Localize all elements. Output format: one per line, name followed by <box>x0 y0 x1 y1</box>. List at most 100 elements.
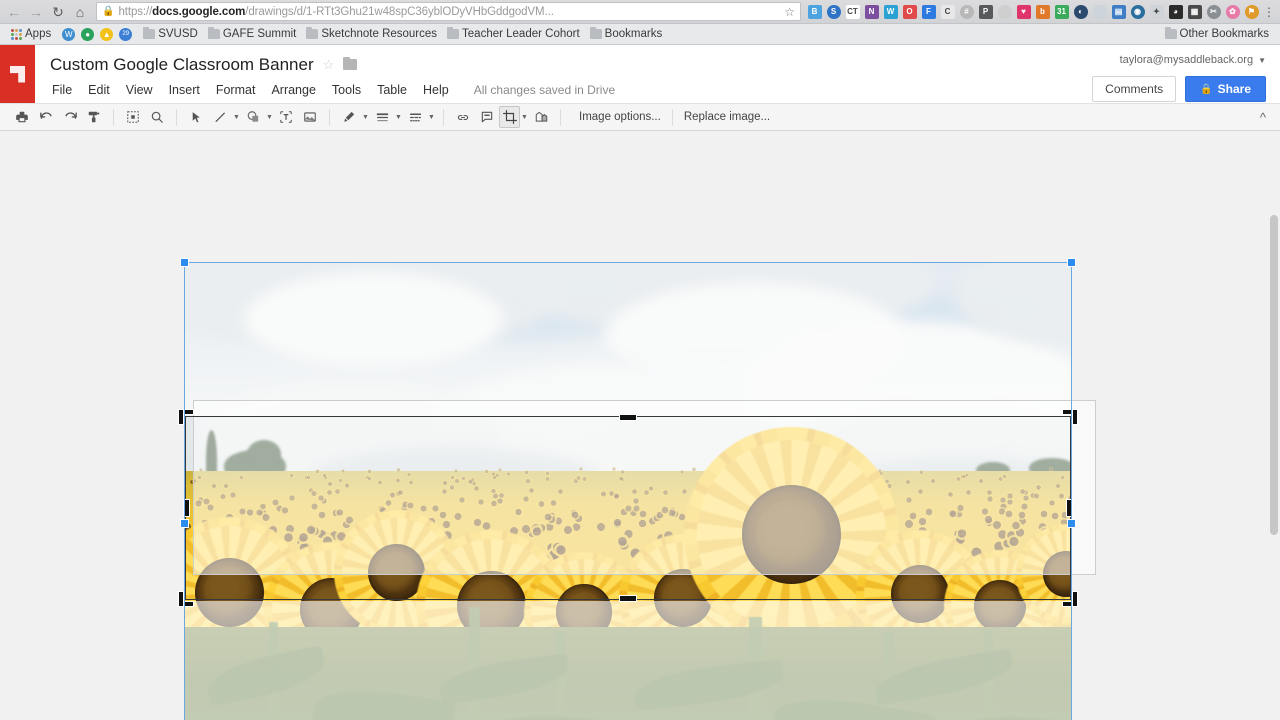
ext-screencastify[interactable]: S <box>824 2 843 21</box>
print-button[interactable] <box>10 106 34 128</box>
ext-filmstrip[interactable]: ▦ <box>1185 2 1204 21</box>
line-color-caret-icon[interactable]: ▼ <box>361 114 370 121</box>
line-weight-caret-icon[interactable]: ▼ <box>394 114 403 121</box>
ext-clock[interactable]: C <box>938 2 957 21</box>
ext-wakelet-glyph: W <box>884 5 898 19</box>
ext-onenote[interactable]: N <box>862 2 881 21</box>
ext-faded[interactable] <box>995 2 1014 21</box>
menu-edit[interactable]: Edit <box>80 81 118 99</box>
undo-button[interactable] <box>34 106 58 128</box>
shape-tool-button[interactable] <box>241 106 265 128</box>
favicon-drive[interactable]: ▲ <box>100 28 113 41</box>
ext-tool[interactable]: ✂ <box>1204 2 1223 21</box>
ext-wing[interactable] <box>1090 2 1109 21</box>
address-bar[interactable]: 🔒 https://docs.google.com/drawings/d/1-R… <box>96 2 801 21</box>
ext-flag[interactable]: ⚑ <box>1242 2 1261 21</box>
ext-commontools[interactable]: CT <box>843 2 862 21</box>
ext-calendar[interactable]: 31 <box>1052 2 1071 21</box>
zoom-button[interactable] <box>145 106 169 128</box>
bookmark-folder-teacher-leader-cohort[interactable]: Teacher Leader Cohort <box>442 25 585 43</box>
ext-bitly[interactable]: b <box>1033 2 1052 21</box>
ext-unicorn[interactable]: ✿ <box>1223 2 1242 21</box>
insert-link-button[interactable] <box>451 106 475 128</box>
mask-image-button[interactable] <box>529 106 553 128</box>
menu-help[interactable]: Help <box>415 81 457 99</box>
line-weight-button[interactable] <box>370 106 394 128</box>
bookmark-folder-svusd[interactable]: SVUSD <box>138 25 203 43</box>
selection-handle-top-left[interactable] <box>180 258 189 267</box>
favicon-contacts[interactable]: ● <box>81 28 94 41</box>
favicon-wordpress[interactable]: W <box>62 28 75 41</box>
selection-handle-middle-left[interactable] <box>180 519 189 528</box>
reload-icon[interactable]: ↻ <box>47 2 69 22</box>
back-arrow-icon[interactable]: ← <box>3 2 25 22</box>
ext-news[interactable]: ▤ <box>1109 2 1128 21</box>
line-dash-caret-icon[interactable]: ▼ <box>427 114 436 121</box>
bookmark-folder-sketchnote-resources[interactable]: Sketchnote Resources <box>301 25 442 43</box>
ext-wakelet[interactable]: W <box>881 2 900 21</box>
ext-heart[interactable]: ♥ <box>1014 2 1033 21</box>
line-tool-caret-icon[interactable]: ▼ <box>232 114 241 121</box>
ext-flipgrid[interactable]: F <box>919 2 938 21</box>
crop-image-button[interactable] <box>499 106 520 128</box>
page-title[interactable]: Custom Google Classroom Banner <box>50 55 314 75</box>
kebab-menu-icon[interactable]: ⋮ <box>1261 5 1277 19</box>
ext-star-glyph: ✦ <box>1150 5 1164 19</box>
comments-button[interactable]: Comments <box>1092 76 1176 102</box>
bookmark-star-icon[interactable]: ☆ <box>784 5 795 19</box>
insert-comment-button[interactable] <box>475 106 499 128</box>
home-icon[interactable]: ⌂ <box>69 2 91 22</box>
apps-shortcut[interactable]: Apps <box>6 25 56 43</box>
sunflower-field-image[interactable] <box>184 262 1072 720</box>
select-tool-button[interactable] <box>184 106 208 128</box>
scrollbar-thumb[interactable] <box>1270 215 1278 535</box>
selection-handle-middle-right[interactable] <box>1067 519 1076 528</box>
move-to-folder-icon[interactable] <box>343 59 357 70</box>
ext-eclipse[interactable]: ◉ <box>1128 2 1147 21</box>
forward-arrow-icon[interactable]: → <box>25 2 47 22</box>
ext-bitly-glyph: b <box>1036 5 1050 19</box>
google-drawings-logo[interactable] <box>0 45 35 103</box>
fit-to-window-button[interactable] <box>121 106 145 128</box>
menu-arrange[interactable]: Arrange <box>263 81 323 99</box>
menu-view[interactable]: View <box>118 81 161 99</box>
ext-padlet[interactable]: P <box>976 2 995 21</box>
small-flower <box>219 493 227 501</box>
other-bookmarks-folder[interactable]: Other Bookmarks <box>1160 25 1274 43</box>
vertical-scrollbar[interactable] <box>1267 171 1280 631</box>
menu-insert[interactable]: Insert <box>161 81 208 99</box>
ext-star[interactable]: ✦ <box>1147 2 1166 21</box>
ext-bitmoji[interactable]: B <box>805 2 824 21</box>
ext-grid[interactable]: # <box>957 2 976 21</box>
ext-opera[interactable]: O <box>900 2 919 21</box>
shape-tool-caret-icon[interactable]: ▼ <box>265 114 274 121</box>
image-options-button[interactable]: Image options... <box>568 106 672 128</box>
share-button[interactable]: 🔒 Share <box>1185 76 1266 102</box>
line-dash-button[interactable] <box>403 106 427 128</box>
paint-format-button[interactable] <box>82 106 106 128</box>
small-flower <box>194 499 203 508</box>
drawing-canvas[interactable] <box>0 131 1280 720</box>
account-row[interactable]: taylora@mysaddleback.org ▼ <box>1120 52 1266 68</box>
line-color-button[interactable] <box>337 106 361 128</box>
menu-format[interactable]: Format <box>208 81 264 99</box>
menu-file[interactable]: File <box>52 81 80 99</box>
ext-bitmoji-glyph: B <box>808 5 822 19</box>
favicon-calendar[interactable]: 29 <box>119 28 132 41</box>
bookmark-folder-bookmarks[interactable]: Bookmarks <box>585 25 668 43</box>
line-tool-button[interactable] <box>208 106 232 128</box>
insert-image-button[interactable] <box>298 106 322 128</box>
ext-faded-glyph <box>998 5 1012 19</box>
bookmark-folder-gafe-summit[interactable]: GAFE Summit <box>203 25 301 43</box>
ext-moon[interactable]: ◐ <box>1071 2 1090 21</box>
menu-table[interactable]: Table <box>369 81 415 99</box>
text-box-button[interactable] <box>274 106 298 128</box>
menu-tools[interactable]: Tools <box>324 81 369 99</box>
replace-image-button[interactable]: Replace image... <box>673 106 781 128</box>
redo-button[interactable] <box>58 106 82 128</box>
star-icon[interactable]: ☆ <box>323 57 335 73</box>
crop-caret-icon[interactable]: ▼ <box>520 114 529 121</box>
ext-dark-circle[interactable]: ◕ <box>1166 2 1185 21</box>
selection-handle-top-right[interactable] <box>1067 258 1076 267</box>
chevron-up-icon[interactable]: ^ <box>1260 110 1270 125</box>
